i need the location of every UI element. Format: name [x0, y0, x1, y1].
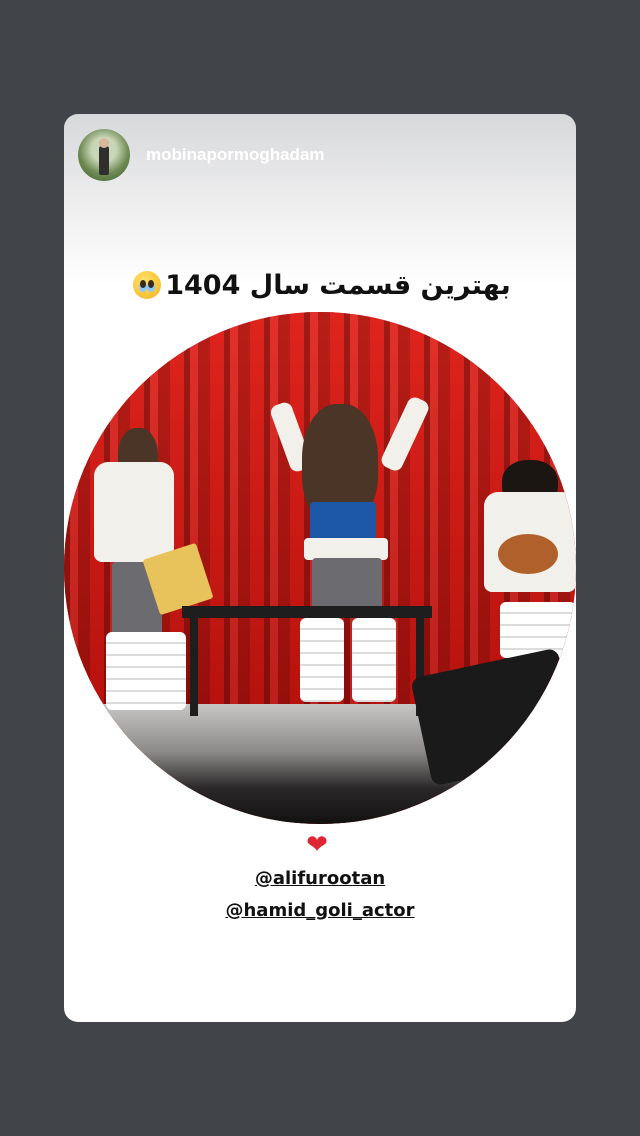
story-card: mobinapormoghadam بهترین قسمت سال 1404 ❤… — [64, 114, 576, 1022]
guitar — [498, 534, 558, 574]
username[interactable]: mobinapormoghadam — [146, 145, 325, 165]
story-header: mobinapormoghadam — [78, 128, 325, 182]
avatar[interactable] — [78, 129, 130, 181]
stage-table — [182, 606, 432, 618]
caption-text: بهترین قسمت سال 1404 — [165, 270, 511, 301]
story-caption: بهترین قسمت سال 1404 — [64, 270, 576, 301]
avatar-head — [99, 138, 109, 148]
stage-photo — [64, 312, 576, 824]
avatar-figure — [99, 145, 109, 175]
pleading-face-icon — [133, 271, 162, 299]
mention-link[interactable]: @hamid_goli_actor — [64, 900, 576, 921]
mention-link[interactable]: @alifurootan — [64, 868, 576, 889]
heart-icon: ❤ — [306, 830, 328, 860]
table-leg — [190, 616, 198, 716]
